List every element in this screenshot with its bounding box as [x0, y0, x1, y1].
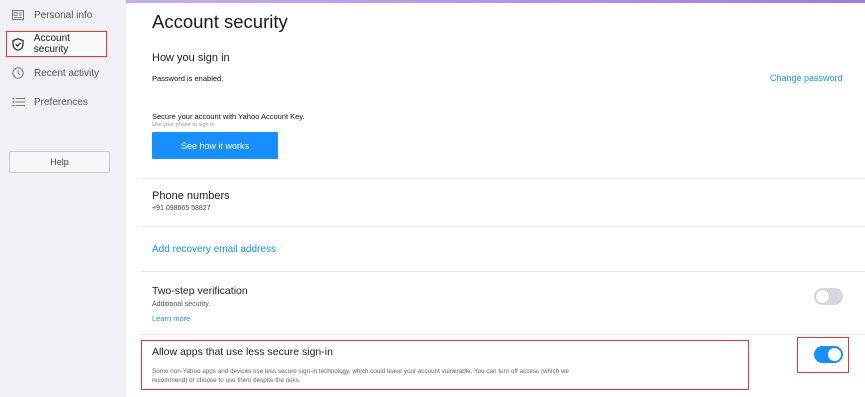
sidebar-item-label: Preferences	[34, 96, 88, 108]
password-status: Password is enabled.	[152, 74, 224, 83]
see-how-it-works-button[interactable]: See how it works	[152, 132, 278, 159]
sidebar-item-preferences[interactable]: Preferences	[8, 89, 118, 115]
less-secure-description-line2: recommend) or choose to use them despite…	[152, 377, 301, 384]
id-card-icon	[11, 8, 25, 22]
signin-section-title: How you sign in	[152, 52, 230, 64]
help-button[interactable]: Help	[9, 151, 110, 173]
account-key-subtitle: Use your phone to sign in	[152, 122, 215, 128]
two-step-subtitle: Additional security.	[152, 301, 211, 308]
divider	[141, 271, 865, 272]
top-accent-bar	[0, 0, 865, 3]
page-title: Account security	[152, 11, 288, 32]
phone-number: +91 098665 58827	[152, 205, 211, 212]
sidebar-item-label: Account security	[33, 33, 70, 55]
change-password-link[interactable]: Change password	[770, 73, 843, 83]
divider	[141, 334, 865, 335]
sidebar-item-label: Personal info	[34, 9, 93, 21]
sidebar-item-recent-activity[interactable]: Recent activity	[8, 60, 118, 86]
sidebar: Personal info Account security Recent ac…	[0, 0, 126, 397]
account-key-title: Secure your account with Yahoo Account K…	[152, 112, 305, 121]
divider	[141, 178, 865, 179]
sidebar-item-personal-info[interactable]: Personal info	[8, 2, 118, 28]
shield-icon	[11, 37, 25, 51]
phone-section-title: Phone numbers	[152, 190, 230, 202]
list-icon	[11, 95, 25, 109]
clock-icon	[11, 66, 25, 80]
add-recovery-email-link[interactable]: Add recovery email address	[152, 244, 276, 255]
less-secure-title: Allow apps that use less secure sign-in	[152, 346, 333, 358]
toggle-knob	[816, 290, 829, 303]
less-secure-toggle[interactable]	[814, 346, 843, 363]
sidebar-item-account-security[interactable]: Account security	[6, 31, 107, 57]
divider	[141, 226, 865, 227]
two-step-toggle[interactable]	[814, 288, 843, 305]
two-step-title: Two-step verification	[152, 285, 248, 297]
less-secure-description-line1: Some non-Yahoo apps and devices use less…	[152, 368, 569, 375]
sidebar-item-label: Recent activity	[34, 67, 100, 79]
learn-more-link[interactable]: Learn more	[152, 314, 190, 323]
toggle-knob	[828, 348, 841, 361]
